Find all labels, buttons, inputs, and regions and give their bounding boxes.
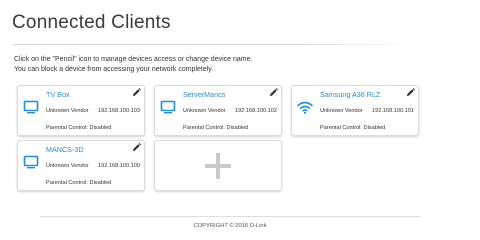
intro-text: Click on the "Pencil" icon to manage dev… [14, 55, 252, 74]
pencil-icon[interactable] [132, 143, 141, 152]
client-name: TV Box [46, 90, 70, 99]
parental-control-status: Parental Control: Disabled [183, 125, 249, 131]
parental-control-status: Parental Control: Disabled [46, 180, 112, 186]
client-name: MANCS-3D [46, 145, 84, 154]
pencil-icon[interactable] [406, 88, 415, 97]
intro-line-2: You can block a device from accessing yo… [14, 65, 214, 73]
monitor-icon [160, 100, 176, 114]
pencil-icon[interactable] [269, 88, 278, 97]
intro-line-1: Click on the "Pencil" icon to manage dev… [14, 56, 253, 63]
client-ip: 192.168.100.101 [372, 108, 414, 114]
add-client-button[interactable] [154, 140, 282, 191]
client-vendor: Unknown Vendor [183, 108, 226, 114]
title-divider [12, 44, 410, 45]
footer-divider [40, 216, 420, 217]
parental-control-status: Parental Control: Disabled [46, 125, 112, 131]
page-title: Connected Clients [12, 12, 171, 33]
client-card[interactable]: Samsung A36 RLZ Unknown Vendor 192.168.1… [291, 85, 419, 136]
client-card[interactable]: ServerMancs Unknown Vendor 192.168.100.1… [154, 85, 282, 136]
monitor-icon [23, 100, 39, 114]
parental-control-status: Parental Control: Disabled [320, 125, 386, 131]
client-ip: 192.168.100.102 [235, 108, 277, 114]
client-name: Samsung A36 RLZ [320, 90, 381, 99]
client-card[interactable]: MANCS-3D Unknown Vendor 192.168.100.100 … [17, 140, 145, 191]
pencil-icon[interactable] [132, 88, 141, 97]
plus-icon [205, 152, 231, 179]
client-ip: 192.168.100.103 [98, 108, 140, 114]
client-ip: 192.168.100.100 [98, 163, 140, 169]
client-grid: TV Box Unknown Vendor 192.168.100.103 Pa… [17, 85, 419, 191]
wifi-icon [297, 101, 313, 114]
client-vendor: Unknown Vendor [320, 108, 363, 114]
client-card[interactable]: TV Box Unknown Vendor 192.168.100.103 Pa… [17, 85, 145, 136]
client-name: ServerMancs [183, 90, 226, 99]
client-vendor: Unknown Vendor [46, 108, 89, 114]
client-vendor: Unknown Vendor [46, 163, 89, 169]
monitor-icon [23, 155, 39, 169]
copyright-text: COPYRIGHT © 2016 D-Link [193, 223, 267, 229]
